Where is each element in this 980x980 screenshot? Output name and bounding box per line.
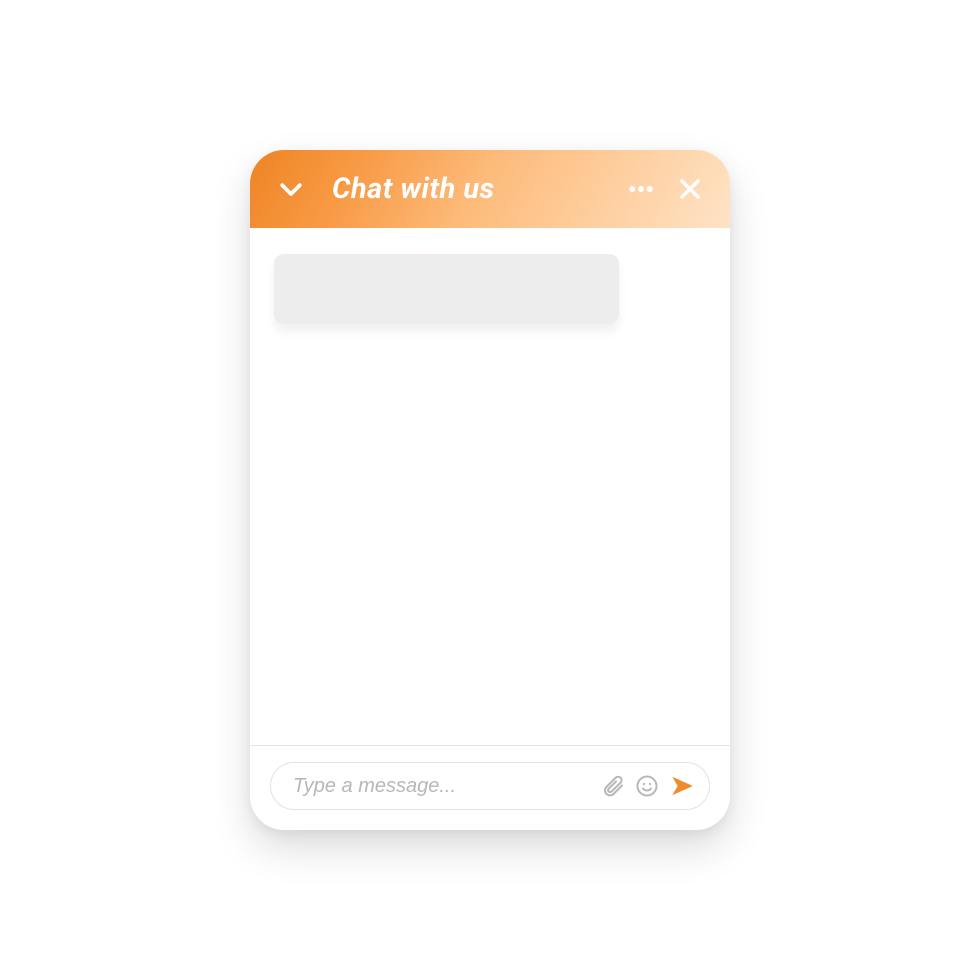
chat-title: Chat with us [332, 172, 495, 206]
emoji-icon[interactable] [635, 774, 659, 798]
message-composer [270, 762, 710, 810]
chat-footer [250, 745, 730, 830]
send-icon[interactable] [669, 773, 695, 799]
paperclip-icon[interactable] [601, 774, 625, 798]
message-input[interactable] [293, 775, 591, 798]
chat-window: Chat with us [250, 150, 730, 830]
incoming-message-bubble [274, 254, 619, 324]
chat-header: Chat with us [250, 150, 730, 228]
chevron-down-icon[interactable] [276, 174, 306, 204]
close-icon[interactable] [676, 175, 704, 203]
chat-body [250, 228, 730, 745]
more-options-icon[interactable] [626, 174, 656, 204]
